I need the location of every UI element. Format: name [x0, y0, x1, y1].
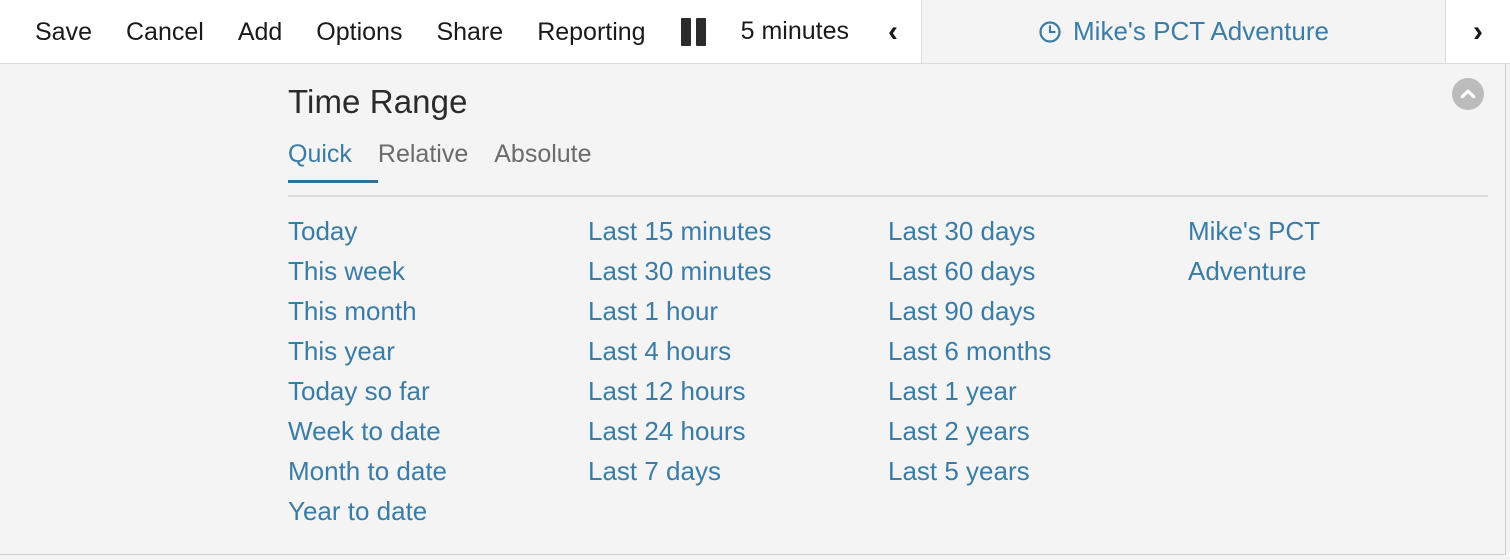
quick-ranges-column-1: Today This week This month This year Tod…	[288, 211, 588, 531]
quick-range-last-90-days[interactable]: Last 90 days	[888, 291, 1188, 331]
quick-range-month-to-date[interactable]: Month to date	[288, 451, 588, 491]
tab-relative[interactable]: Relative	[378, 142, 494, 183]
quick-range-last-12-hours[interactable]: Last 12 hours	[588, 371, 888, 411]
quick-range-today-so-far[interactable]: Today so far	[288, 371, 588, 411]
collapse-panel-button[interactable]	[1452, 78, 1484, 110]
quick-range-last-30-minutes[interactable]: Last 30 minutes	[588, 251, 888, 291]
reporting-button[interactable]: Reporting	[520, 1, 662, 63]
quick-range-last-5-years[interactable]: Last 5 years	[888, 451, 1188, 491]
tab-quick[interactable]: Quick	[288, 142, 378, 183]
save-button[interactable]: Save	[30, 1, 109, 63]
quick-range-last-6-months[interactable]: Last 6 months	[888, 331, 1188, 371]
previous-dashboard-button[interactable]: ‹	[865, 0, 922, 63]
quick-range-this-year[interactable]: This year	[288, 331, 588, 371]
add-button[interactable]: Add	[221, 1, 299, 63]
quick-ranges-column-3: Last 30 days Last 60 days Last 90 days L…	[888, 211, 1188, 531]
quick-range-last-2-years[interactable]: Last 2 years	[888, 411, 1188, 451]
chevron-right-icon: ›	[1473, 14, 1483, 48]
tab-absolute[interactable]: Absolute	[494, 142, 617, 183]
clock-icon	[1039, 20, 1061, 43]
quick-ranges-grid: Today This week This month This year Tod…	[288, 211, 1368, 531]
chevron-left-icon: ‹	[887, 14, 898, 48]
quick-ranges-column-4: Mike's PCT Adventure	[1188, 211, 1368, 531]
time-range-tabs: Quick Relative Absolute	[288, 142, 1488, 196]
page-title: Time Range	[288, 83, 468, 120]
quick-range-this-week[interactable]: This week	[288, 251, 588, 291]
quick-range-week-to-date[interactable]: Week to date	[288, 411, 588, 451]
quick-range-this-month[interactable]: This month	[288, 291, 588, 331]
quick-range-last-1-year[interactable]: Last 1 year	[888, 371, 1188, 411]
quick-range-last-60-days[interactable]: Last 60 days	[888, 251, 1188, 291]
chevron-up-icon	[1460, 89, 1476, 99]
toolbar-actions: Save Cancel Add Options Share Reporting	[0, 0, 663, 63]
quick-range-last-15-minutes[interactable]: Last 15 minutes	[588, 211, 888, 251]
tabs-divider	[288, 195, 1488, 197]
quick-range-last-30-days[interactable]: Last 30 days	[888, 211, 1188, 251]
active-dashboard-tab[interactable]: Mike's PCT Adventure	[921, 0, 1446, 63]
top-toolbar: Save Cancel Add Options Share Reporting …	[0, 0, 1510, 64]
quick-range-last-7-days[interactable]: Last 7 days	[588, 451, 888, 491]
next-dashboard-button[interactable]: ›	[1446, 0, 1510, 63]
active-dashboard-label: Mike's PCT Adventure	[1073, 16, 1329, 46]
quick-range-last-24-hours[interactable]: Last 24 hours	[588, 411, 888, 451]
refresh-interval-label[interactable]: 5 minutes	[725, 0, 865, 63]
pause-refresh-button[interactable]	[663, 0, 725, 63]
quick-range-mikes-pct-adventure[interactable]: Mike's PCT Adventure	[1188, 211, 1368, 291]
cancel-button[interactable]: Cancel	[109, 1, 221, 63]
options-button[interactable]: Options	[299, 1, 419, 63]
quick-range-year-to-date[interactable]: Year to date	[288, 491, 588, 531]
share-button[interactable]: Share	[419, 1, 520, 63]
pause-icon	[680, 17, 707, 46]
quick-range-last-4-hours[interactable]: Last 4 hours	[588, 331, 888, 371]
quick-ranges-column-2: Last 15 minutes Last 30 minutes Last 1 h…	[588, 211, 888, 531]
quick-range-today[interactable]: Today	[288, 211, 588, 251]
quick-range-last-1-hour[interactable]: Last 1 hour	[588, 291, 888, 331]
time-range-panel: Time Range Quick Relative Absolute Today…	[0, 64, 1506, 555]
